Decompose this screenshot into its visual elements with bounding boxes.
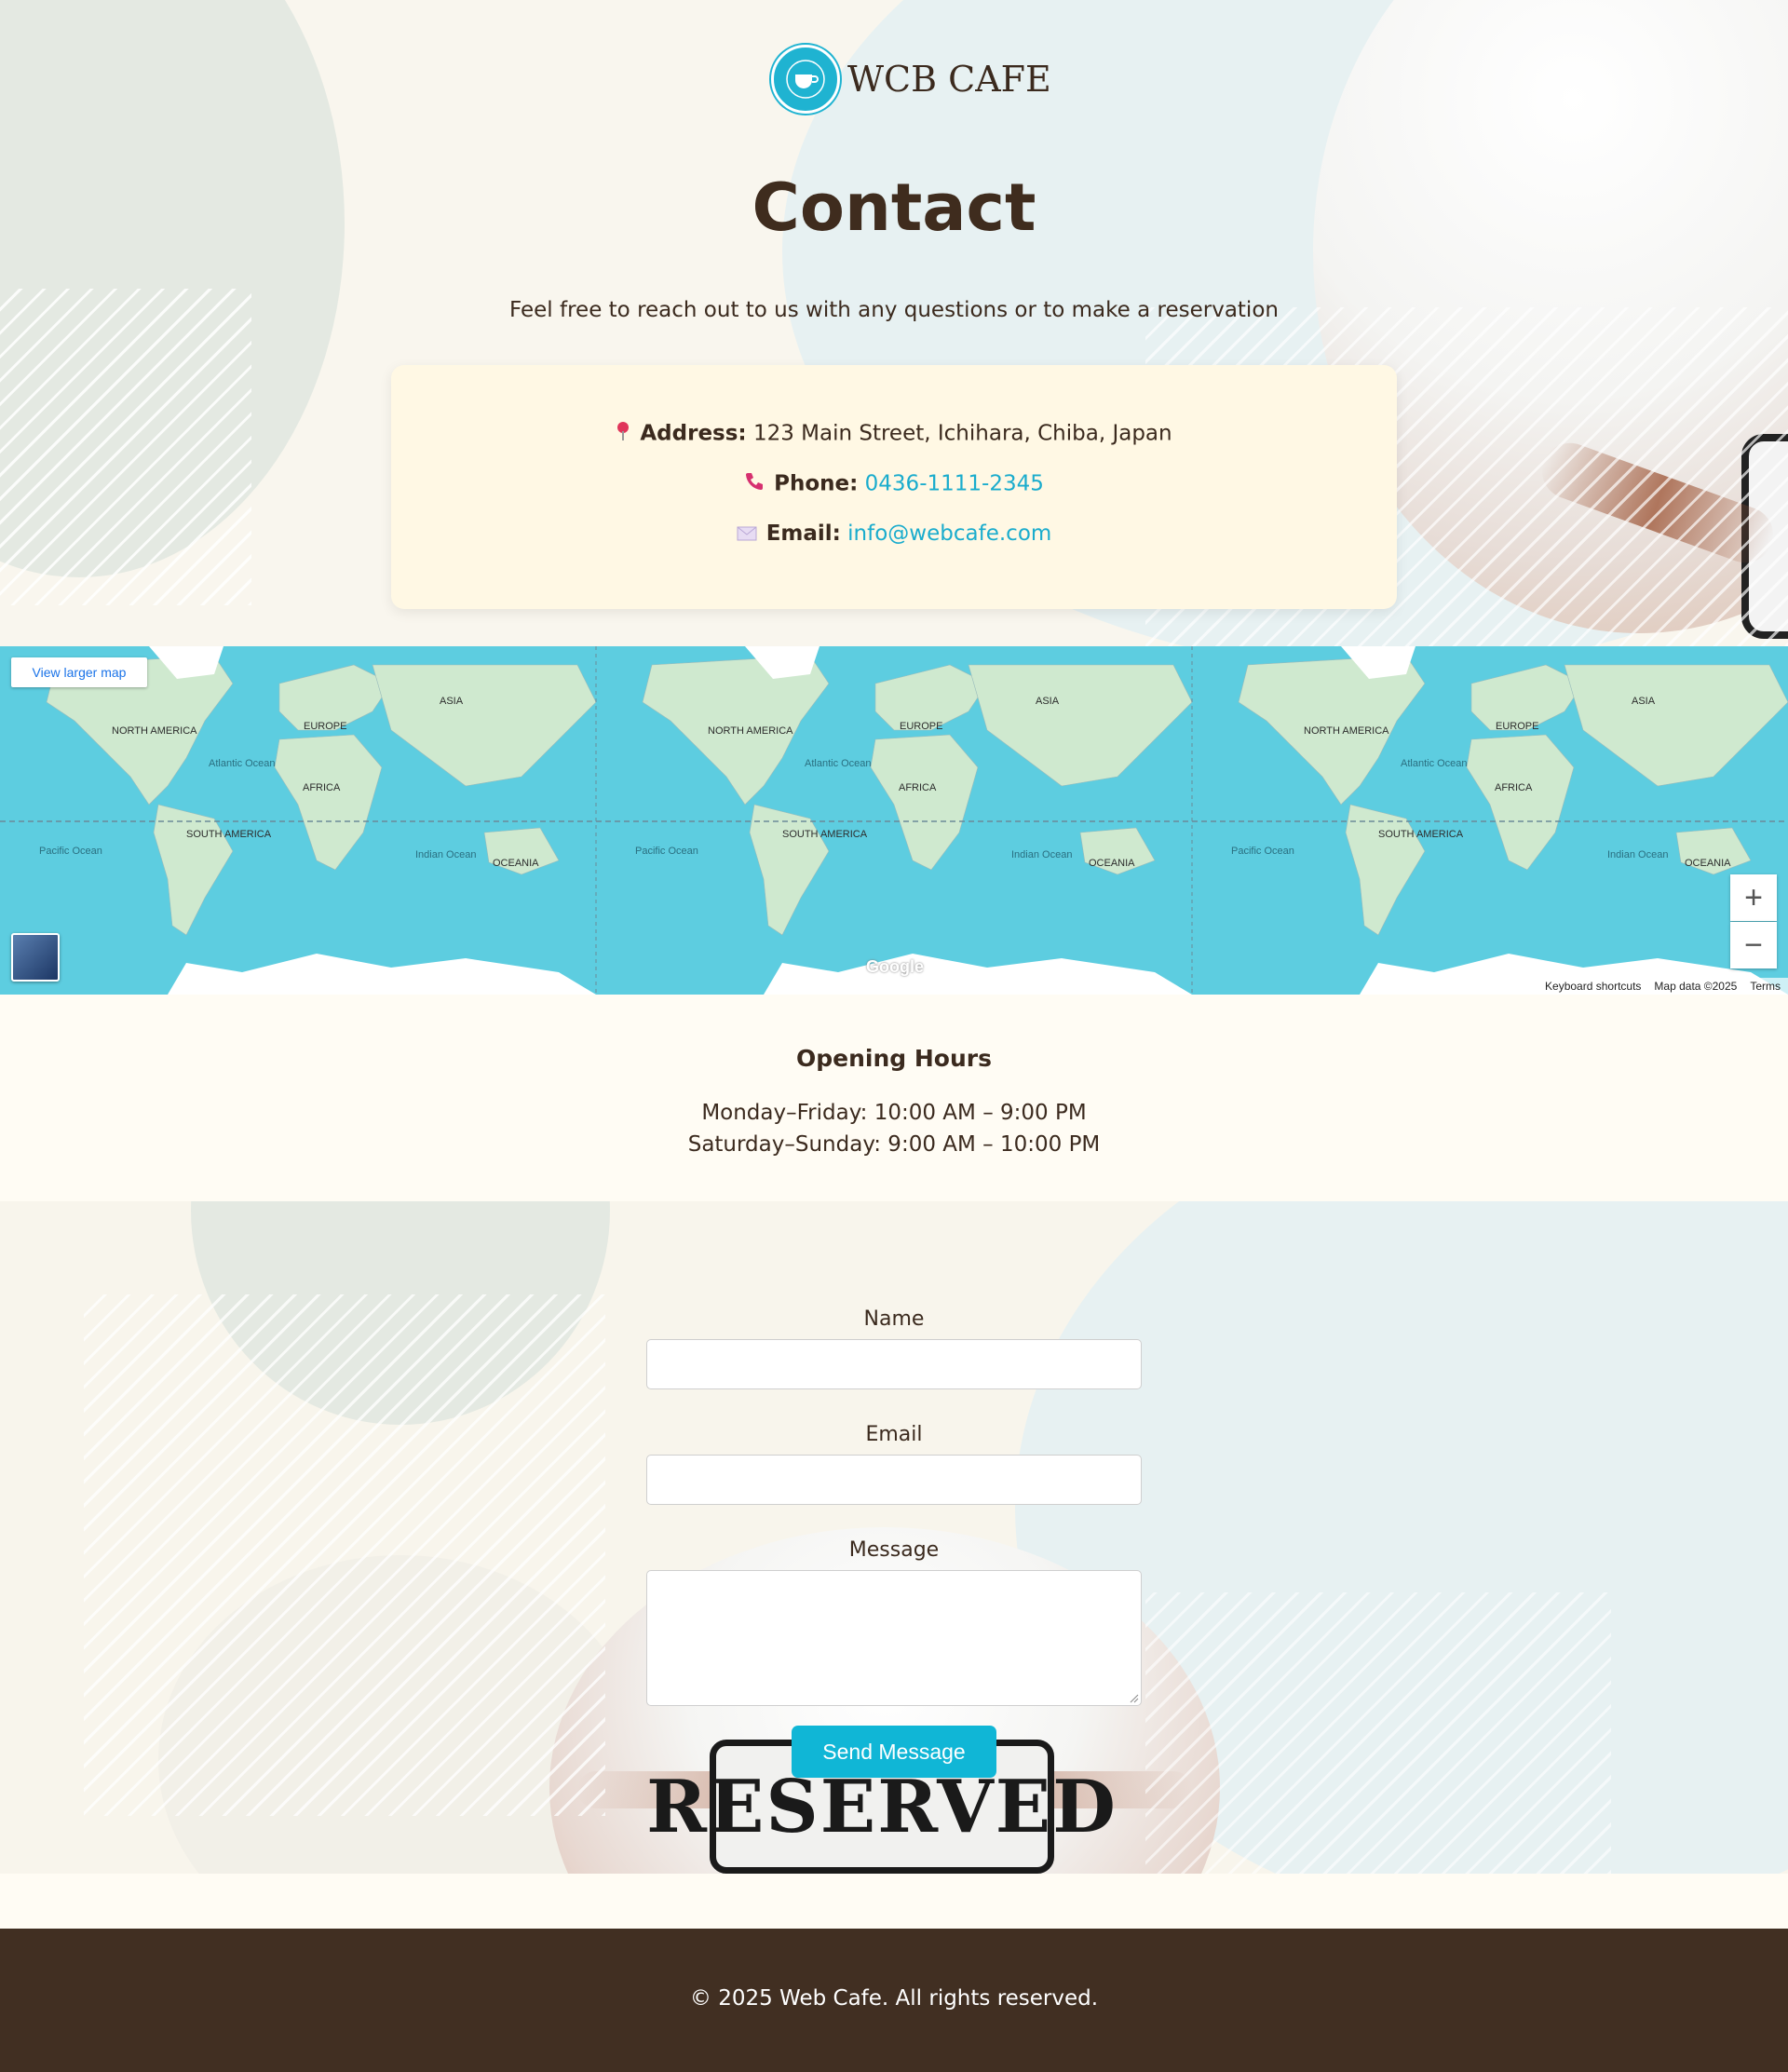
map-label: EUROPE: [1496, 721, 1539, 732]
map-label: OCEANIA: [1089, 858, 1135, 869]
address-value: 123 Main Street, Ichihara, Chiba, Japan: [752, 421, 1172, 446]
map-label: Indian Ocean: [1607, 849, 1669, 860]
email-link[interactable]: info@webcafe.com: [847, 521, 1051, 546]
copyright-text: © 2025 Web Cafe. All rights reserved.: [689, 1986, 1099, 2011]
address-line: Address: 123 Main Street, Ichihara, Chib…: [391, 421, 1397, 447]
map-label: Pacific Ocean: [1231, 846, 1294, 857]
map-label: SOUTH AMERICA: [782, 829, 868, 840]
page-title: Contact: [752, 169, 1036, 246]
map-attribution: Keyboard shortcuts Map data ©2025 Terms: [1537, 978, 1788, 995]
map-labels: NORTH AMERICA EUROPE ASIA AFRICA SOUTH A…: [0, 646, 1788, 995]
map-label: AFRICA: [899, 782, 937, 793]
contact-info-card: Address: 123 Main Street, Ichihara, Chib…: [391, 365, 1397, 609]
view-larger-map-button[interactable]: View larger map: [11, 657, 147, 687]
phone-icon: [744, 471, 765, 497]
email-field-label: Email: [865, 1423, 923, 1446]
map-label: AFRICA: [1495, 782, 1533, 793]
decor-stripes: [0, 289, 251, 605]
phone-line: Phone: 0436-1111-2345: [391, 471, 1397, 497]
map-label: Indian Ocean: [1011, 849, 1073, 860]
google-map-embed[interactable]: NORTH AMERICA EUROPE ASIA AFRICA SOUTH A…: [0, 646, 1788, 995]
map-label: Pacific Ocean: [39, 846, 102, 857]
map-label: Atlantic Ocean: [209, 758, 276, 769]
map-label: EUROPE: [304, 721, 347, 732]
message-textarea[interactable]: [646, 1570, 1142, 1706]
terms-link[interactable]: Terms: [1750, 980, 1781, 993]
map-label: NORTH AMERICA: [1304, 725, 1389, 737]
map-label: ASIA: [440, 696, 464, 707]
map-label: Atlantic Ocean: [1401, 758, 1468, 769]
zoom-out-button[interactable]: −: [1730, 922, 1777, 968]
map-label: OCEANIA: [493, 858, 539, 869]
decor-stripes: [1145, 1592, 1611, 1874]
google-logo: Google: [866, 957, 924, 976]
name-input[interactable]: [646, 1339, 1142, 1389]
resize-handle-icon[interactable]: [1130, 1694, 1139, 1703]
map-data-text: Map data ©2025: [1654, 980, 1738, 993]
map-label: Atlantic Ocean: [805, 758, 872, 769]
phone-link[interactable]: 0436-1111-2345: [865, 472, 1044, 496]
satellite-toggle-button[interactable]: [11, 933, 60, 982]
map-label: Indian Ocean: [415, 849, 477, 860]
map-label: ASIA: [1036, 696, 1060, 707]
opening-hours-section: Opening Hours Monday–Friday: 10:00 AM – …: [0, 995, 1788, 1201]
pin-icon: [616, 421, 630, 447]
hero-section: WCB CAFE Contact Feel free to reach out …: [0, 0, 1788, 646]
opening-hours-title: Opening Hours: [796, 1045, 992, 1072]
phone-label: Phone:: [774, 471, 859, 496]
hours-weekend: Saturday–Sunday: 9:00 AM – 10:00 PM: [687, 1132, 1101, 1157]
email-line: Email: info@webcafe.com: [391, 521, 1397, 547]
email-label: Email:: [765, 521, 841, 546]
map-label: AFRICA: [303, 782, 341, 793]
envelope-icon: [737, 522, 757, 547]
hours-weekday: Monday–Friday: 10:00 AM – 9:00 PM: [701, 1101, 1087, 1125]
map-label: SOUTH AMERICA: [186, 829, 272, 840]
map-label: Pacific Ocean: [635, 846, 698, 857]
brand-name: WCB CAFE: [847, 59, 1051, 100]
map-label: EUROPE: [900, 721, 943, 732]
address-label: Address:: [640, 421, 747, 446]
zoom-in-button[interactable]: +: [1730, 874, 1777, 921]
map-label: SOUTH AMERICA: [1378, 829, 1464, 840]
keyboard-shortcuts-link[interactable]: Keyboard shortcuts: [1545, 980, 1641, 993]
page-subtitle: Feel free to reach out to us with any qu…: [509, 298, 1279, 322]
contact-form-section: RESERVED Name Email Message Send Message: [0, 1201, 1788, 1874]
cup-icon: [771, 45, 840, 114]
email-input[interactable]: [646, 1455, 1142, 1505]
map-label: NORTH AMERICA: [112, 725, 197, 737]
send-message-button[interactable]: Send Message: [792, 1726, 996, 1778]
map-label: NORTH AMERICA: [708, 725, 793, 737]
name-label: Name: [863, 1307, 925, 1331]
message-label: Message: [848, 1538, 940, 1562]
site-footer: © 2025 Web Cafe. All rights reserved.: [0, 1929, 1788, 2072]
brand-logo[interactable]: WCB CAFE: [771, 45, 1051, 114]
map-label: OCEANIA: [1685, 858, 1731, 869]
map-label: ASIA: [1632, 696, 1656, 707]
